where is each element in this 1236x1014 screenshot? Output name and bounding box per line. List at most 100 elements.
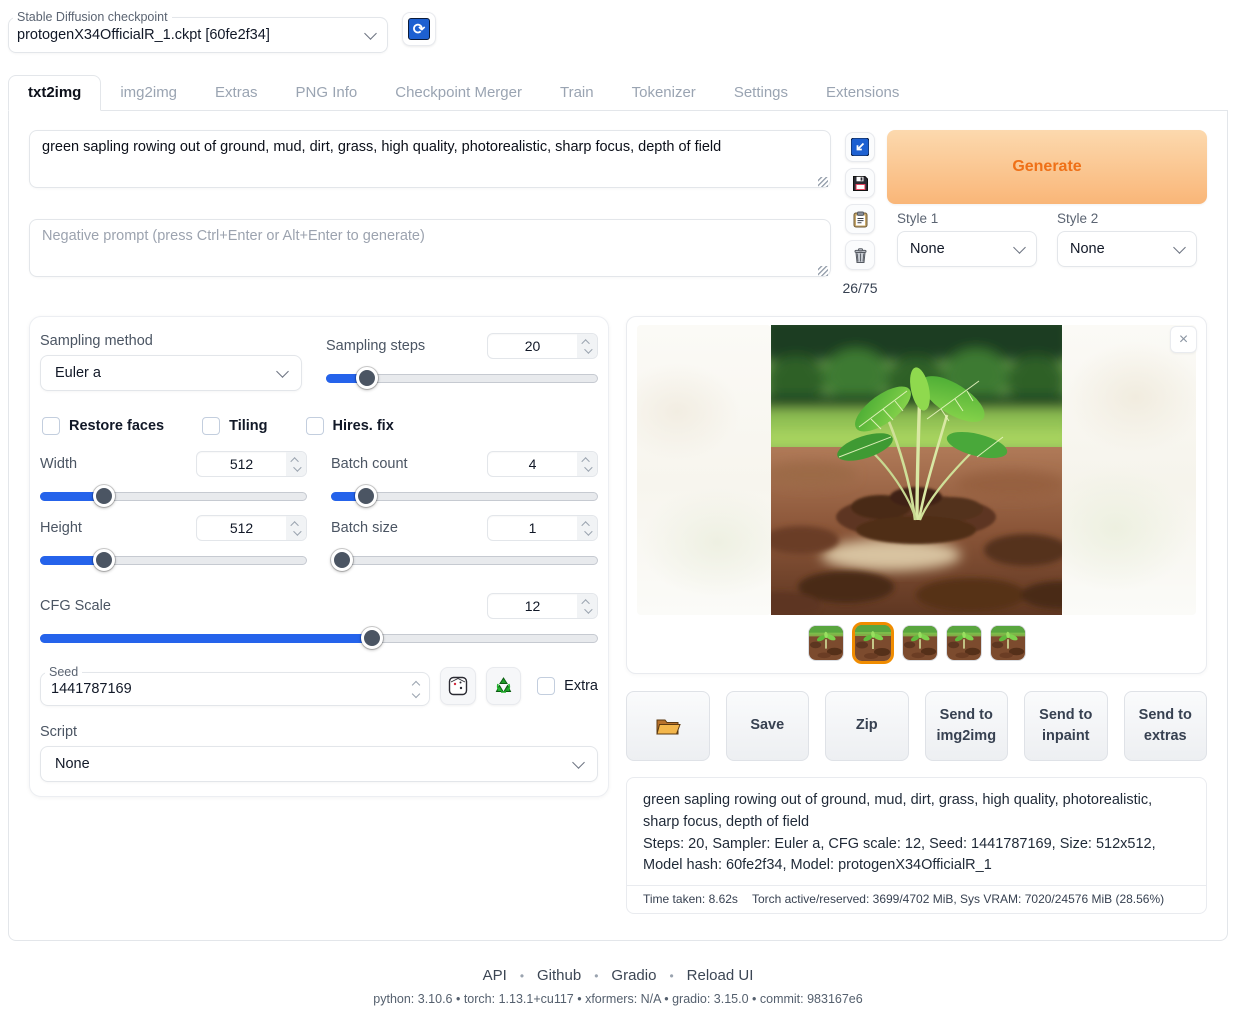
width-input[interactable]: [197, 452, 286, 476]
sampling-steps-input[interactable]: [488, 334, 577, 358]
cfg-scale-label: CFG Scale: [40, 598, 111, 614]
height-input[interactable]: [197, 516, 286, 540]
checkpoint-row: Stable Diffusion checkpoint protogenX34O…: [8, 10, 1228, 53]
resize-grip-icon[interactable]: [818, 266, 828, 276]
height-slider[interactable]: [40, 549, 307, 571]
width-label: Width: [40, 456, 77, 472]
save-button[interactable]: Save: [726, 691, 810, 761]
zip-button[interactable]: Zip: [825, 691, 909, 761]
image-actions-row: Save Zip Send to img2img Send to inpaint…: [626, 691, 1207, 761]
checkpoint-select[interactable]: Stable Diffusion checkpoint protogenX34O…: [8, 10, 388, 53]
info-prompt-text: green sapling rowing out of ground, mud,…: [643, 790, 1190, 834]
send-to-img2img-button[interactable]: Send to img2img: [925, 691, 1009, 761]
gallery-blur-right: [1062, 325, 1196, 615]
cfg-scale-input-box: [487, 593, 598, 619]
resize-grip-icon[interactable]: [818, 177, 828, 187]
send-to-inpaint-button[interactable]: Send to inpaint: [1024, 691, 1108, 761]
close-icon: ×: [1179, 331, 1188, 348]
random-seed-button[interactable]: [440, 667, 475, 705]
dice-icon: [448, 676, 468, 696]
batch-count-input-box: [487, 451, 598, 477]
negative-prompt-input[interactable]: [29, 219, 831, 277]
footer-link-api[interactable]: API: [483, 967, 507, 984]
generate-button[interactable]: Generate: [887, 130, 1207, 204]
tiling-checkbox[interactable]: Tiling: [202, 417, 267, 435]
tab-img2img[interactable]: img2img: [101, 76, 196, 110]
stepper-icon[interactable]: [577, 516, 597, 540]
send-to-extras-button[interactable]: Send to extras: [1124, 691, 1208, 761]
seed-input[interactable]: [51, 681, 351, 697]
footer-link-reload-ui[interactable]: Reload UI: [687, 967, 754, 984]
open-folder-button[interactable]: [626, 691, 710, 761]
main-tabbar: txt2img img2img Extras PNG Info Checkpoi…: [8, 75, 1228, 111]
separator-dot: •: [594, 969, 598, 983]
gallery-thumbnail[interactable]: [852, 622, 894, 664]
gallery-thumbnail[interactable]: [808, 625, 844, 661]
height-label: Height: [40, 520, 82, 536]
width-slider[interactable]: [40, 485, 307, 507]
script-select[interactable]: None: [40, 746, 598, 782]
extra-seed-checkbox[interactable]: Extra: [537, 677, 598, 695]
stepper-icon[interactable]: [286, 516, 306, 540]
reuse-seed-button[interactable]: [486, 667, 521, 705]
generation-settings-panel: Sampling method Euler a Sampling steps: [29, 316, 609, 797]
tab-settings[interactable]: Settings: [715, 76, 807, 110]
tab-train[interactable]: Train: [541, 76, 613, 110]
gallery-thumbnail[interactable]: [902, 625, 938, 661]
recycle-icon: [493, 675, 514, 696]
chevron-down-icon: [572, 756, 585, 769]
save-style-icon: [852, 175, 869, 192]
batch-size-slider[interactable]: [331, 549, 598, 571]
apply-style-button[interactable]: [845, 204, 875, 234]
hires-fix-checkbox[interactable]: Hires. fix: [306, 417, 394, 435]
chevron-down-icon: [276, 365, 289, 378]
restore-faces-checkbox[interactable]: Restore faces: [42, 417, 164, 435]
checkbox-icon: [42, 417, 60, 435]
gallery-thumbnail[interactable]: [946, 625, 982, 661]
batch-count-input[interactable]: [488, 452, 577, 476]
tab-txt2img[interactable]: txt2img: [8, 75, 101, 111]
batch-count-slider[interactable]: [331, 485, 598, 507]
stepper-icon[interactable]: [577, 334, 597, 358]
checkbox-icon: [306, 417, 324, 435]
output-gallery: ×: [626, 316, 1207, 674]
cfg-scale-input[interactable]: [488, 594, 577, 618]
footer-link-gradio[interactable]: Gradio: [611, 967, 656, 984]
tab-tokenizer[interactable]: Tokenizer: [613, 76, 715, 110]
clear-prompt-icon: [852, 247, 869, 264]
txt2img-panel: green sapling rowing out of ground, mud,…: [8, 111, 1228, 941]
stepper-icon[interactable]: [577, 594, 597, 618]
gallery-thumbnail[interactable]: [990, 625, 1026, 661]
batch-size-input[interactable]: [488, 516, 577, 540]
sampling-method-value: Euler a: [55, 365, 101, 381]
tab-checkpoint-merger[interactable]: Checkpoint Merger: [376, 76, 541, 110]
open-folder-icon: [655, 715, 681, 737]
checkpoint-label: Stable Diffusion checkpoint: [13, 10, 172, 24]
stepper-icon[interactable]: [413, 682, 419, 697]
generation-info-box: green sapling rowing out of ground, mud,…: [626, 777, 1207, 914]
refresh-checkpoints-button[interactable]: ⟳: [402, 12, 436, 46]
close-gallery-button[interactable]: ×: [1170, 326, 1197, 353]
tab-extras[interactable]: Extras: [196, 76, 277, 110]
prompt-input[interactable]: green sapling rowing out of ground, mud,…: [29, 130, 831, 188]
separator-dot: •: [520, 969, 524, 983]
sampling-method-select[interactable]: Euler a: [40, 355, 302, 391]
paste-params-button[interactable]: [845, 132, 875, 162]
save-style-button[interactable]: [845, 168, 875, 198]
tab-png-info[interactable]: PNG Info: [277, 76, 377, 110]
stepper-icon[interactable]: [577, 452, 597, 476]
chevron-down-icon: [1173, 241, 1186, 254]
footer: API • Github • Gradio • Reload UI python…: [8, 967, 1228, 1006]
generated-image[interactable]: [771, 325, 1062, 615]
sampling-steps-slider[interactable]: [326, 367, 598, 389]
stepper-icon[interactable]: [286, 452, 306, 476]
sampling-method-label: Sampling method: [40, 333, 302, 349]
style1-select[interactable]: None: [897, 231, 1037, 267]
clear-prompt-button[interactable]: [845, 240, 875, 270]
cfg-scale-slider[interactable]: [40, 627, 598, 649]
batch-size-label: Batch size: [331, 520, 398, 536]
width-input-box: [196, 451, 307, 477]
style2-select[interactable]: None: [1057, 231, 1197, 267]
footer-link-github[interactable]: Github: [537, 967, 581, 984]
tab-extensions[interactable]: Extensions: [807, 76, 918, 110]
